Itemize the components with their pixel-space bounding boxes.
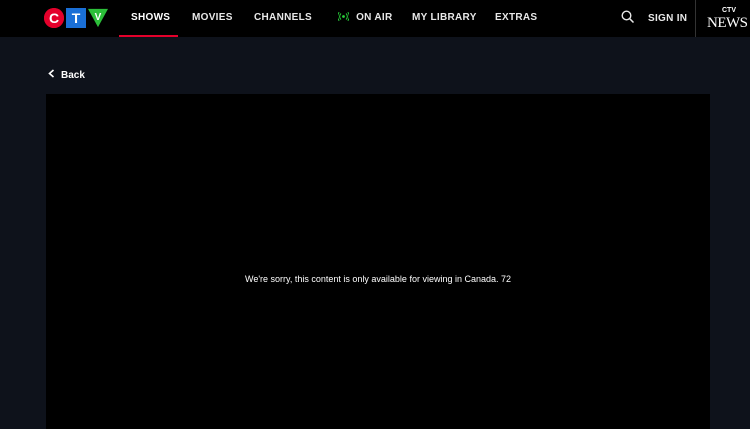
header-divider: [695, 0, 696, 37]
ctv-logo[interactable]: C T V: [44, 8, 110, 30]
back-button[interactable]: Back: [48, 69, 85, 81]
logo-t-icon: T: [66, 8, 86, 28]
sign-in-link[interactable]: SIGN IN: [648, 13, 687, 24]
nav-shows[interactable]: SHOWS: [131, 12, 170, 23]
geo-restriction-message: We're sorry, this content is only availa…: [244, 274, 512, 284]
ctv-news-logo-top: CTV: [722, 7, 736, 14]
search-icon[interactable]: [621, 10, 635, 24]
ctv-news-logo-bottom: NEWS: [707, 15, 748, 31]
svg-text:C: C: [49, 10, 59, 26]
back-label: Back: [61, 69, 85, 81]
chevron-left-icon: [48, 69, 55, 81]
broadcast-icon: [337, 11, 352, 23]
nav-movies[interactable]: MOVIES: [192, 12, 233, 23]
svg-text:V: V: [95, 12, 102, 23]
svg-text:T: T: [72, 10, 81, 26]
logo-c-icon: C: [44, 8, 64, 28]
top-navigation-bar: C T V SHOWS MOVIES CHANNELS ON AIR MY LI…: [0, 0, 750, 37]
nav-extras[interactable]: EXTRAS: [495, 12, 537, 23]
logo-v-icon: V: [88, 8, 108, 28]
nav-on-air[interactable]: ON AIR: [337, 11, 393, 23]
nav-channels[interactable]: CHANNELS: [254, 12, 312, 23]
ctv-news-logo[interactable]: CTV NEWS: [705, 7, 748, 31]
active-tab-indicator: [119, 35, 178, 37]
nav-on-air-label: ON AIR: [356, 12, 393, 23]
video-player[interactable]: We're sorry, this content is only availa…: [46, 94, 710, 429]
nav-my-library[interactable]: MY LIBRARY: [412, 12, 477, 23]
